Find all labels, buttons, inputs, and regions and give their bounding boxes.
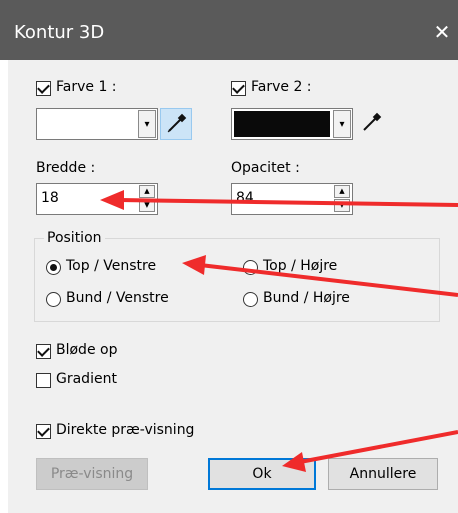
annotation-arrows — [100, 190, 458, 472]
annotation-arrow-position — [182, 255, 458, 297]
annotation-arrow-width — [100, 190, 458, 210]
annotation-arrow-ok — [282, 430, 458, 472]
